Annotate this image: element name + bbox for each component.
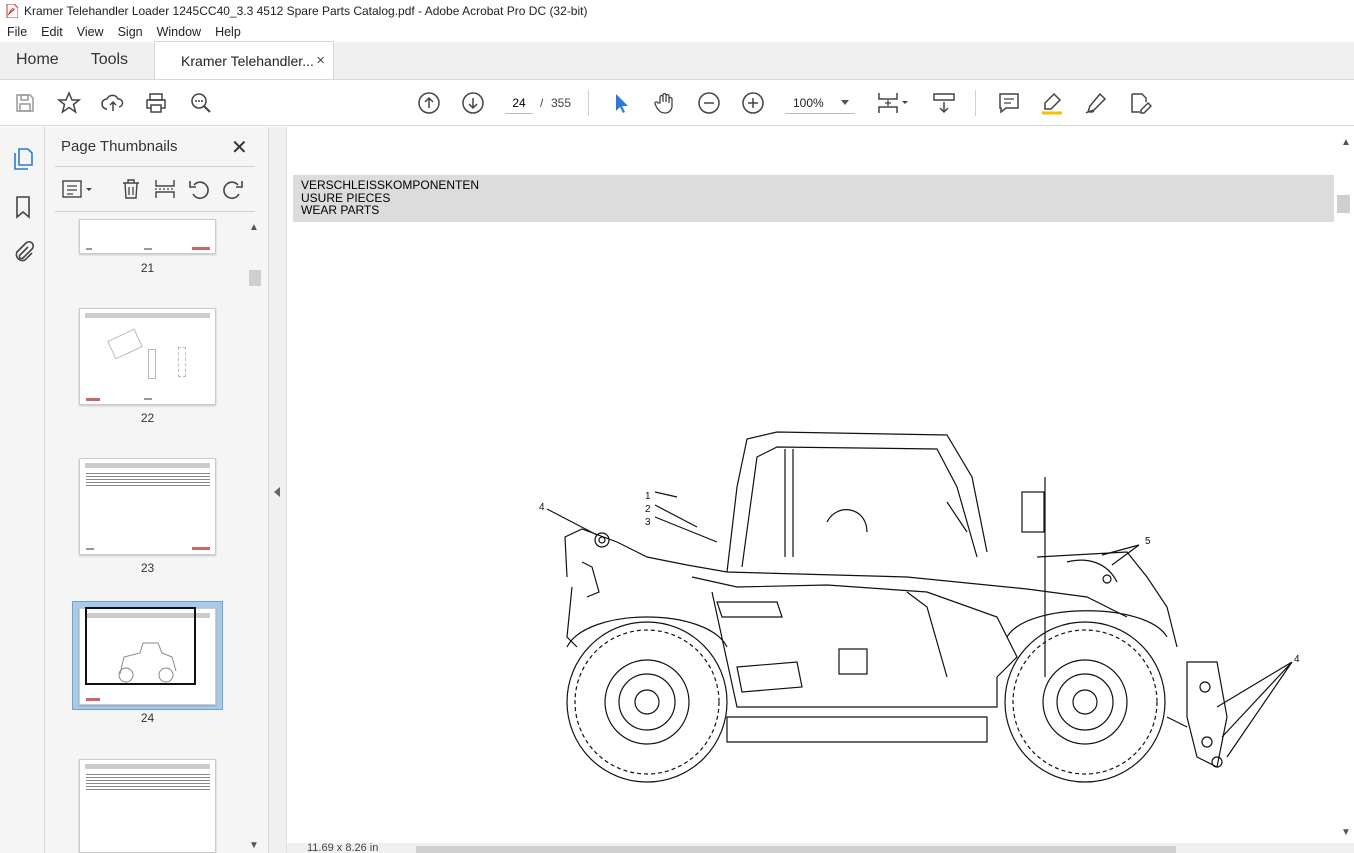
acrobat-logo-icon	[6, 4, 18, 18]
document-scrollbar[interactable]: ▲ ▼	[1336, 127, 1354, 843]
close-icon[interactable]: ✕	[231, 135, 248, 160]
thumbnail-label: 21	[140, 261, 155, 275]
callout-label: 1	[645, 491, 651, 502]
thumbnail-page[interactable]	[79, 308, 216, 405]
close-tab-icon[interactable]: ×	[316, 52, 325, 69]
zoom-out-icon[interactable]	[697, 91, 721, 115]
page-fit-icon[interactable]	[876, 91, 910, 115]
rotate-right-icon[interactable]	[221, 177, 245, 201]
thumbnail-label: 23	[140, 561, 155, 575]
callout-label: 4	[1294, 654, 1300, 665]
select-arrow-icon[interactable]	[609, 91, 633, 115]
window-title: Kramer Telehandler Loader 1245CC40_3.3 4…	[24, 4, 588, 18]
thumbnail-label: 24	[140, 711, 155, 725]
horizontal-scrollbar[interactable]	[402, 845, 1342, 853]
collapse-arrow-icon[interactable]	[274, 487, 280, 497]
page-thumbnails-icon[interactable]	[11, 147, 35, 171]
page-up-icon[interactable]	[417, 91, 441, 115]
scroll-down-icon[interactable]: ▼	[1341, 827, 1351, 838]
menu-sign[interactable]: Sign	[111, 25, 150, 39]
page-number-input[interactable]	[505, 92, 533, 114]
extract-pages-icon[interactable]	[153, 177, 177, 201]
panel-title: Page Thumbnails	[61, 138, 178, 155]
zoom-value: 100%	[793, 96, 824, 110]
callout-label: 5	[1145, 536, 1151, 547]
scroll-mode-icon[interactable]	[932, 91, 956, 115]
tab-document[interactable]: Kramer Telehandler... ×	[154, 41, 335, 79]
zoom-select[interactable]: 100%	[785, 92, 855, 114]
menu-file[interactable]: File	[0, 25, 34, 39]
page-separator: /	[540, 96, 544, 110]
toolbar	[0, 80, 1354, 126]
scrollbar-thumb[interactable]	[416, 846, 1176, 853]
scrollbar-thumb[interactable]	[249, 270, 261, 286]
tab-tools[interactable]: Tools	[75, 41, 144, 79]
hand-icon[interactable]	[653, 91, 677, 115]
tab-document-label: Kramer Telehandler...	[181, 52, 314, 69]
document-view[interactable]: VERSCHLEISSKOMPONENTEN USURE PIECES WEAR…	[287, 127, 1336, 843]
chevron-down-icon	[841, 100, 849, 105]
thumbnails-scrollbar[interactable]: ▲ ▼	[247, 222, 261, 853]
tab-home[interactable]: Home	[0, 41, 75, 79]
thumbnail-page[interactable]	[79, 219, 216, 254]
star-icon[interactable]	[56, 91, 82, 115]
page-header: VERSCHLEISSKOMPONENTEN USURE PIECES WEAR…	[293, 175, 1334, 222]
toolbar-divider	[975, 90, 976, 116]
header-line-en: WEAR PARTS	[301, 203, 380, 217]
attachment-icon[interactable]	[11, 240, 35, 264]
scrollbar-thumb[interactable]	[1337, 195, 1350, 213]
status-bar: 11.69 x 8.26 in	[287, 843, 1354, 853]
menu-view[interactable]: View	[70, 25, 111, 39]
delete-icon[interactable]	[119, 177, 143, 201]
upload-icon[interactable]	[101, 91, 125, 115]
title-bar: Kramer Telehandler Loader 1245CC40_3.3 4…	[0, 0, 1354, 22]
page-down-icon[interactable]	[461, 91, 485, 115]
scroll-up-icon[interactable]: ▲	[249, 222, 259, 233]
page-total: 355	[551, 96, 572, 110]
telehandler-drawing: 4 1 2 3 5 4	[539, 431, 1300, 783]
callout-label: 3	[645, 517, 651, 528]
zoom-in-icon[interactable]	[741, 91, 765, 115]
menu-bar: File Edit View Sign Window Help	[0, 22, 1354, 42]
left-rail	[0, 127, 45, 853]
viewport-frame[interactable]	[85, 607, 196, 685]
thumbnails-panel: Page Thumbnails ✕ 21 22 23 24 ▲ ▼	[45, 127, 269, 853]
panel-collapse-strip[interactable]	[269, 127, 287, 853]
menu-help[interactable]: Help	[208, 25, 248, 39]
thumbnail-page[interactable]	[79, 458, 216, 555]
bookmark-icon[interactable]	[11, 195, 35, 219]
header-line-de: VERSCHLEISSKOMPONENTEN	[301, 178, 480, 192]
comment-icon[interactable]	[997, 91, 1021, 115]
zoom-search-icon[interactable]	[189, 91, 213, 115]
highlight-icon[interactable]	[1040, 91, 1064, 115]
page-size: 11.69 x 8.26 in	[307, 843, 379, 853]
thumbnail-options-icon[interactable]	[61, 177, 95, 201]
tab-bar: Home Tools Kramer Telehandler... ×	[0, 41, 1354, 80]
scroll-down-icon[interactable]: ▼	[249, 840, 259, 851]
scroll-up-icon[interactable]: ▲	[1341, 137, 1351, 148]
menu-window[interactable]: Window	[150, 25, 208, 39]
save-icon[interactable]	[13, 91, 37, 115]
print-icon[interactable]	[144, 91, 168, 115]
menu-edit[interactable]: Edit	[34, 25, 70, 39]
thumbnail-label: 22	[140, 411, 155, 425]
panel-toolbar	[55, 177, 255, 203]
callout-label: 4	[539, 502, 545, 513]
thumbnail-page[interactable]	[79, 759, 216, 853]
rotate-left-icon[interactable]	[187, 177, 211, 201]
sign-icon[interactable]	[1084, 91, 1108, 115]
edit-pdf-icon[interactable]	[1128, 91, 1153, 115]
divider	[55, 211, 255, 212]
divider	[55, 166, 255, 167]
callout-label: 2	[645, 504, 651, 515]
toolbar-divider	[588, 90, 589, 116]
